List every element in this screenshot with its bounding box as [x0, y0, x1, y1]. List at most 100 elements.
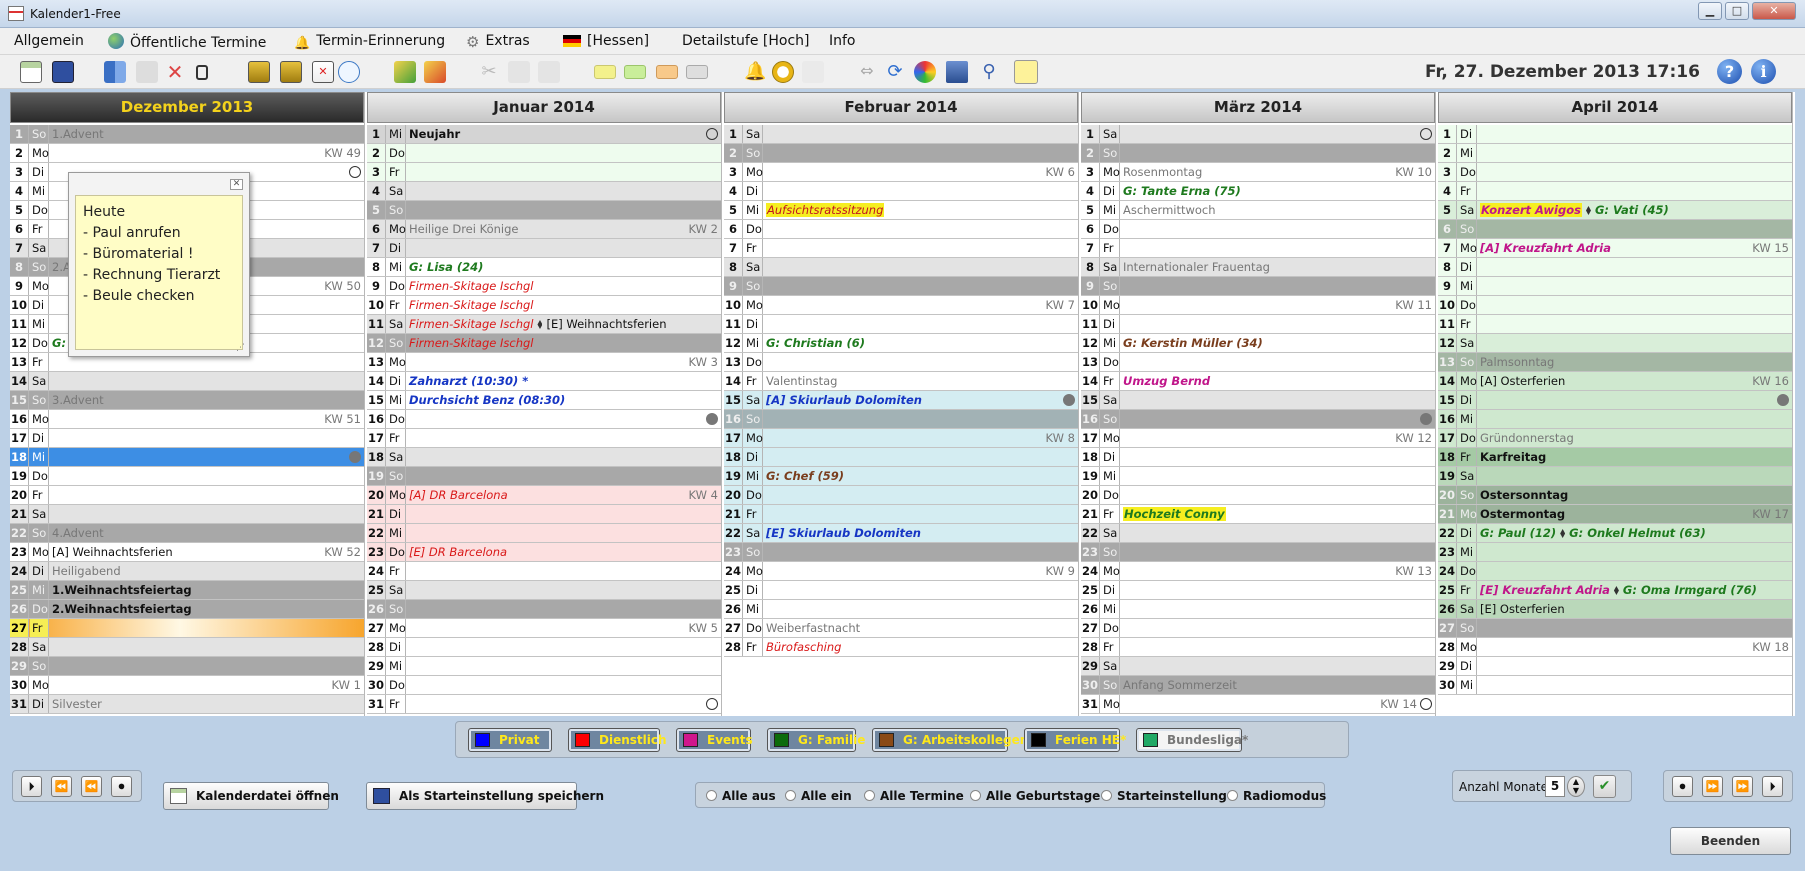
day-row[interactable]: 9 So [724, 277, 1078, 296]
radio-alle-termine[interactable]: Alle Termine [864, 789, 964, 803]
day-row[interactable]: 13 Do [1081, 353, 1435, 372]
day-row[interactable]: 16 Mo KW 51 [10, 410, 364, 429]
day-row[interactable]: 19 Do [10, 467, 364, 486]
day-row[interactable]: 11 Sa Firmen-Skitage Ischgl [E] Weihnachtsf… [367, 315, 721, 334]
day-row[interactable]: 23 Mi [1438, 543, 1792, 562]
event-entry[interactable]: Ostersonntag [1480, 488, 1568, 502]
legend-bundesliga-button[interactable]: Bundesliga* [1136, 728, 1248, 752]
day-row[interactable]: 25 Mi 1.Weihnachtsfeiertag [10, 581, 364, 600]
radio-circle[interactable] [1227, 790, 1238, 801]
event-entry[interactable]: 3.Advent [52, 393, 104, 407]
day-row[interactable]: 12 Sa [1438, 334, 1792, 353]
day-row[interactable]: 2 So [1081, 144, 1435, 163]
day-row[interactable]: 3 Do [1438, 163, 1792, 182]
event-entry[interactable]: Heiligabend [52, 564, 121, 578]
event-entry[interactable]: Umzug Bernd [1123, 374, 1210, 388]
day-row[interactable]: 1 Sa [724, 125, 1078, 144]
event-entry[interactable]: G: Kerstin Müller (34) [1123, 336, 1263, 350]
day-row[interactable]: 26 Mi [724, 600, 1078, 619]
bell-icon[interactable]: 🔔 [744, 61, 766, 83]
day-row[interactable]: 31 Fr [367, 695, 721, 714]
day-row[interactable]: 24 Mo KW 13 [1081, 562, 1435, 581]
day-row[interactable]: 20 Mo [A] DR Barcelona KW 4 [367, 486, 721, 505]
day-row[interactable]: 13 Mo KW 3 [367, 353, 721, 372]
radio-circle[interactable] [785, 790, 796, 801]
day-row[interactable]: 22 So 4.Advent [10, 524, 364, 543]
day-row[interactable]: 4 Di G: Tante Erna (75) [1081, 182, 1435, 201]
day-row[interactable]: 6 Do [724, 220, 1078, 239]
day-row[interactable]: 21 Fr Hochzeit Conny [1081, 505, 1435, 524]
day-row[interactable]: 2 Do [367, 144, 721, 163]
day-row[interactable]: 19 Sa [1438, 467, 1792, 486]
event-entry[interactable]: Aufsichtsratssitzung [766, 203, 885, 217]
day-row[interactable]: 26 Sa [E] Osterferien [1438, 600, 1792, 619]
day-row[interactable]: 20 Fr [10, 486, 364, 505]
event-entry[interactable]: Konzert Awigos [1480, 203, 1582, 217]
info-icon[interactable]: i [1751, 59, 1776, 84]
event-entry[interactable]: Firmen-Skitage Ischgl [409, 279, 533, 293]
day-row[interactable]: 31 Mo KW 14 [1081, 695, 1435, 714]
event-entry[interactable]: [E] Weihnachtsferien [546, 317, 666, 331]
today-right-button[interactable]: ⏺ [1672, 776, 1693, 797]
event-entry[interactable]: 1.Weihnachtsfeiertag [52, 583, 192, 597]
month-header[interactable]: Januar 2014 [367, 92, 721, 123]
day-row[interactable]: 12 Mi G: Kerstin Müller (34) [1081, 334, 1435, 353]
paste-disabled-icon[interactable] [538, 61, 560, 83]
event-entry[interactable]: Ostermontag [1480, 507, 1565, 521]
day-row[interactable]: 13 So Palmsonntag [1438, 353, 1792, 372]
day-row[interactable]: 15 Mi Durchsicht Benz (08:30) [367, 391, 721, 410]
day-row[interactable]: 5 Mi Aschermittwoch [1081, 201, 1435, 220]
day-row[interactable]: 10 Fr Firmen-Skitage Ischgl [367, 296, 721, 315]
radio-circle[interactable] [864, 790, 875, 801]
day-row[interactable]: 10 Mo KW 7 [724, 296, 1078, 315]
month-header[interactable]: Dezember 2013 [10, 92, 364, 123]
day-row[interactable]: 5 Mi Aufsichtsratssitzung [724, 201, 1078, 220]
day-row[interactable]: 20 Do [1081, 486, 1435, 505]
day-row[interactable]: 14 Sa [10, 372, 364, 391]
copy-disabled-icon[interactable] [508, 61, 530, 83]
day-row[interactable]: 26 Mi [1081, 600, 1435, 619]
cut-icon[interactable]: ✂ [478, 61, 500, 83]
event-entry[interactable]: Heilige Drei Könige [409, 222, 518, 236]
month-count-spinner[interactable]: ▲ ▼ [1567, 776, 1585, 797]
event-entry[interactable]: Rosenmontag [1123, 165, 1202, 179]
export-icon[interactable] [424, 61, 446, 83]
day-row[interactable]: 21 Di [367, 505, 721, 524]
event-entry[interactable]: 2.Weihnachtsfeiertag [52, 602, 192, 616]
event-entry[interactable]: [A] Weihnachtsferien [52, 545, 173, 559]
note-body[interactable]: Heute - Paul anrufen - Büromaterial ! - … [75, 195, 243, 350]
menu-allgemein[interactable]: Allgemein [14, 33, 84, 49]
event-entry[interactable]: Zahnarzt (10:30) * [409, 374, 528, 388]
help-icon[interactable]: ? [1717, 59, 1742, 84]
day-row[interactable]: 19 Mi G: Chef (59) [724, 467, 1078, 486]
day-row[interactable]: 28 Di [367, 638, 721, 657]
day-row[interactable]: 15 Sa [1081, 391, 1435, 410]
day-row[interactable]: 14 Di Zahnarzt (10:30) * [367, 372, 721, 391]
day-row[interactable]: 18 Sa [367, 448, 721, 467]
day-row[interactable]: 21 Sa [10, 505, 364, 524]
day-row[interactable]: 1 Sa [1081, 125, 1435, 144]
list-disabled-icon[interactable] [802, 61, 824, 83]
day-row[interactable]: 14 Fr Umzug Bernd [1081, 372, 1435, 391]
legend-ferien-he-button[interactable]: Ferien HE* [1024, 728, 1126, 752]
event-entry[interactable]: Aschermittwoch [1123, 203, 1216, 217]
birthday-entry-icon[interactable] [280, 61, 302, 83]
day-row[interactable]: 24 Di Heiligabend [10, 562, 364, 581]
event-entry[interactable]: G: Vati (45) [1595, 203, 1669, 217]
event-entry[interactable]: [E] Osterferien [1480, 602, 1565, 616]
maximize-button[interactable]: □ [1725, 2, 1749, 20]
event-entry[interactable]: G: [52, 336, 66, 350]
day-row[interactable]: 16 Mi [1438, 410, 1792, 429]
day-row[interactable]: 27 Mo KW 5 [367, 619, 721, 638]
menu-hessen[interactable]: [Hessen] [563, 33, 649, 49]
day-row[interactable]: 22 Sa [E] Skiurlaub Dolomiten [724, 524, 1078, 543]
event-entry[interactable]: [E] DR Barcelona [409, 545, 507, 559]
event-entry[interactable]: Gründonnerstag [1480, 431, 1574, 445]
event-entry[interactable]: G: Oma Irmgard (76) [1623, 583, 1757, 597]
day-row[interactable]: 1 Di [1438, 125, 1792, 144]
event-entry[interactable]: Hochzeit Conny [1123, 507, 1226, 521]
day-row[interactable]: 8 Mi G: Lisa (24) [367, 258, 721, 277]
day-row[interactable]: 9 So [1081, 277, 1435, 296]
day-row[interactable]: 14 Mo [A] Osterferien KW 16 [1438, 372, 1792, 391]
day-row[interactable]: 2 Mi [1438, 144, 1792, 163]
